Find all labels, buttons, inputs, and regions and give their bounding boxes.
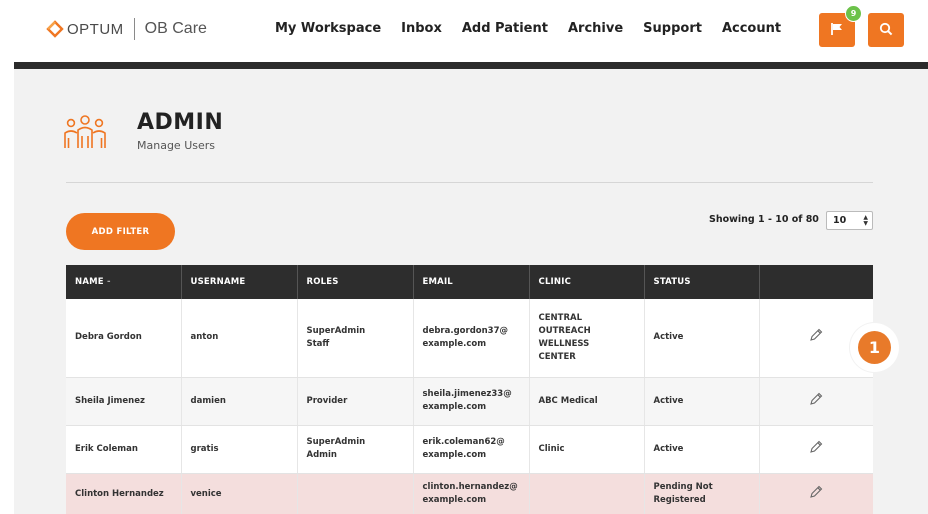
cell-roles: SuperAdmin Admin <box>297 425 414 474</box>
pencil-icon[interactable] <box>808 439 824 460</box>
table-row[interactable]: Debra Gordon anton SuperAdmin Staff debra.go… <box>66 299 873 378</box>
cell-roles-line: Admin <box>306 450 338 460</box>
cell-roles-line: Provider <box>306 395 348 406</box>
nav-support[interactable]: Support <box>643 21 702 36</box>
search-button[interactable] <box>868 13 904 47</box>
cell-name: Sheila Jimenez <box>66 377 182 426</box>
table-row[interactable]: Clinton Hernandez venice clinton.hernandez… <box>66 473 873 514</box>
cell-name: Erik Coleman <box>66 425 182 474</box>
cell-clinic-line: ABC Medical <box>538 395 598 406</box>
cell-email: clinton.hernandez@ example.com <box>413 473 530 514</box>
nav-archive[interactable]: Archive <box>568 21 623 36</box>
page-subtitle: Manage Users <box>137 139 215 152</box>
main-nav: My Workspace Inbox Add Patient Archive S… <box>275 21 801 36</box>
cell-clinic: CENTRAL OUTREACH WELLNESS CENTER <box>529 299 645 378</box>
nav-add-patient[interactable]: Add Patient <box>462 21 548 36</box>
cell-email: erik.coleman62@ example.com <box>413 425 530 474</box>
cell-name: Clinton Hernandez <box>66 473 182 514</box>
pencil-icon[interactable] <box>808 484 824 505</box>
cell-clinic-line: CENTRAL <box>538 312 583 323</box>
app-header: OPTUM OB Care My Workspace Inbox Add Pat… <box>0 0 928 62</box>
cell-roles <box>297 473 414 514</box>
cell-status: Active <box>644 377 760 426</box>
select-arrows-icon: ▲ ▼ <box>863 214 868 227</box>
cell-roles-line: Staff <box>306 338 330 349</box>
cell-email-line: example.com <box>422 450 487 460</box>
column-header-clinic[interactable]: CLINIC <box>529 265 645 299</box>
cell-email: sheila.jimenez33@ example.com <box>413 377 530 426</box>
cell-username: gratis <box>181 425 298 474</box>
column-header-actions <box>759 265 873 299</box>
cell-clinic-line: Clinic <box>538 443 565 454</box>
cell-email-line: example.com <box>422 402 487 412</box>
nav-inbox[interactable]: Inbox <box>401 21 442 36</box>
step-marker-label: 1 <box>858 331 891 364</box>
cell-username: anton <box>181 299 298 378</box>
nav-my-workspace[interactable]: My Workspace <box>275 21 381 36</box>
column-header-roles[interactable]: ROLES <box>297 265 414 299</box>
cell-email-line: example.com <box>422 495 487 505</box>
sort-indicator: - <box>106 277 111 287</box>
column-header-name[interactable]: NAME - <box>66 265 182 299</box>
cell-email-line: debra.gordon37@ <box>422 325 509 336</box>
cell-username: venice <box>181 473 298 514</box>
users-group-icon <box>62 114 108 156</box>
cell-username: damien <box>181 377 298 426</box>
table-row[interactable]: Sheila Jimenez damien Provider sheila.jimen… <box>66 377 873 426</box>
flag-icon <box>830 21 844 40</box>
cell-clinic: ABC Medical <box>529 377 645 426</box>
cell-clinic <box>529 473 645 514</box>
cell-clinic-line: OUTREACH <box>538 325 591 336</box>
cell-status: Active <box>644 425 760 474</box>
company-name: OPTUM <box>67 20 124 38</box>
cell-status-line: Pending Not <box>653 482 713 492</box>
cell-clinic-line: CENTER <box>538 351 576 362</box>
table-header-row: NAME - USERNAME ROLES EMAIL CLINIC STATU… <box>66 265 873 299</box>
cell-email-line: erik.coleman62@ <box>422 437 505 447</box>
cell-edit <box>759 425 873 474</box>
logo-separator <box>133 18 135 40</box>
add-filter-button[interactable]: ADD FILTER <box>66 213 175 250</box>
cell-roles-line: SuperAdmin <box>306 437 366 447</box>
column-header-username[interactable]: USERNAME <box>181 265 298 299</box>
cell-status-line: Active <box>653 443 684 454</box>
flag-button[interactable]: 9 <box>819 5 862 47</box>
cell-email: debra.gordon37@ example.com <box>413 299 530 378</box>
optum-logo[interactable]: OPTUM OB Care <box>46 18 207 40</box>
users-table: NAME - USERNAME ROLES EMAIL CLINIC STATU… <box>66 265 873 514</box>
cell-status: Active <box>644 299 760 378</box>
cell-status-line: Registered <box>653 495 706 505</box>
cell-email-line: example.com <box>422 338 487 349</box>
product-name: OB Care <box>144 20 207 37</box>
per-page-select[interactable]: 10 ▲ ▼ <box>826 211 873 230</box>
cell-status-line: Active <box>653 332 684 343</box>
column-header-status[interactable]: STATUS <box>644 265 760 299</box>
notification-badge: 9 <box>845 5 862 22</box>
per-page-value: 10 <box>833 215 847 226</box>
cell-clinic-line: WELLNESS <box>538 338 590 349</box>
search-icon <box>879 21 893 40</box>
pagination-summary: Showing 1 - 10 of 80 <box>709 214 819 225</box>
cell-email-line: sheila.jimenez33@ <box>422 389 512 399</box>
page-title: ADMIN <box>137 110 224 135</box>
cell-clinic: Clinic <box>529 425 645 474</box>
nav-account[interactable]: Account <box>722 21 781 36</box>
table-row[interactable]: Erik Coleman gratis SuperAdmin Admin erik.co… <box>66 425 873 474</box>
cell-roles: SuperAdmin Staff <box>297 299 414 378</box>
cell-email-line: clinton.hernandez@ <box>422 482 518 492</box>
header-divider-bar <box>14 62 928 69</box>
cell-name: Debra Gordon <box>66 299 182 378</box>
optum-logo-mark-icon <box>46 20 64 38</box>
cell-status: Pending Not Registered <box>644 473 760 514</box>
pencil-icon[interactable] <box>808 391 824 412</box>
section-divider <box>66 182 873 183</box>
cell-edit <box>759 473 873 514</box>
pencil-icon[interactable] <box>808 327 824 348</box>
cell-status-line: Active <box>653 395 684 406</box>
cell-edit <box>759 377 873 426</box>
step-marker: 1 <box>850 323 899 372</box>
column-header-email[interactable]: EMAIL <box>413 265 530 299</box>
cell-roles: Provider <box>297 377 414 426</box>
cell-roles-line: SuperAdmin <box>306 325 366 336</box>
